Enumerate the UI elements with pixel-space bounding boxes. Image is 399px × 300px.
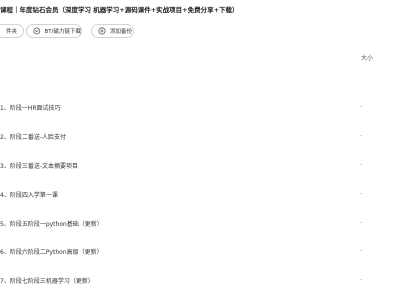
file-size: - [360,190,363,197]
folder-button-label: 件夹 [5,29,17,35]
file-name[interactable]: 7、阶段七阶段三机器学习（更新） [0,276,94,285]
file-size: - [360,219,363,226]
magnet-icon [33,27,41,35]
add-circle-icon [98,27,106,35]
add-backup-button[interactable]: 添加备份 [91,24,134,38]
file-size: - [360,247,363,254]
file-size: - [360,103,363,110]
list-item[interactable]: 5、阶段五阶段一python基础（更新） - [0,219,399,231]
list-item[interactable]: 7、阶段七阶段三机器学习（更新） - [0,276,399,288]
bt-download-label: BT/磁力链下载 [44,29,82,35]
list-item[interactable]: 1、阶段一HR面试技巧 - [0,103,399,115]
file-name[interactable]: 2、阶段二番送-人脸支付 [0,132,66,141]
file-size: - [360,132,363,139]
file-name[interactable]: 3、阶段三番送-文本摘要项目 [0,161,78,170]
file-size: - [360,276,363,283]
toolbar: 件夹 BT/磁力链下载 添加备份 [0,24,399,40]
list-item[interactable]: 2、阶段二番送-人脸支付 - [0,132,399,144]
file-name[interactable]: 6、阶段六阶段二Python高级（更新） [0,247,103,256]
page-title: 课程｜年度钻石会员（深度学习 机器学习+源码课件+实战项目+免费分享+下载） [0,6,239,14]
file-size: - [360,161,363,168]
folder-button[interactable]: 件夹 [0,24,24,38]
list-item[interactable]: 4、阶段四入学第一课 - [0,190,399,202]
bt-download-button[interactable]: BT/磁力链下载 [26,24,82,38]
file-name[interactable]: 1、阶段一HR面试技巧 [0,103,61,112]
file-name[interactable]: 5、阶段五阶段一python基础（更新） [0,219,103,228]
file-name[interactable]: 4、阶段四入学第一课 [0,190,58,199]
add-backup-label: 添加备份 [110,29,133,35]
size-column-header[interactable]: 大小 [361,53,373,62]
list-item[interactable]: 3、阶段三番送-文本摘要项目 - [0,161,399,173]
list-item[interactable]: 6、阶段六阶段二Python高级（更新） - [0,247,399,259]
